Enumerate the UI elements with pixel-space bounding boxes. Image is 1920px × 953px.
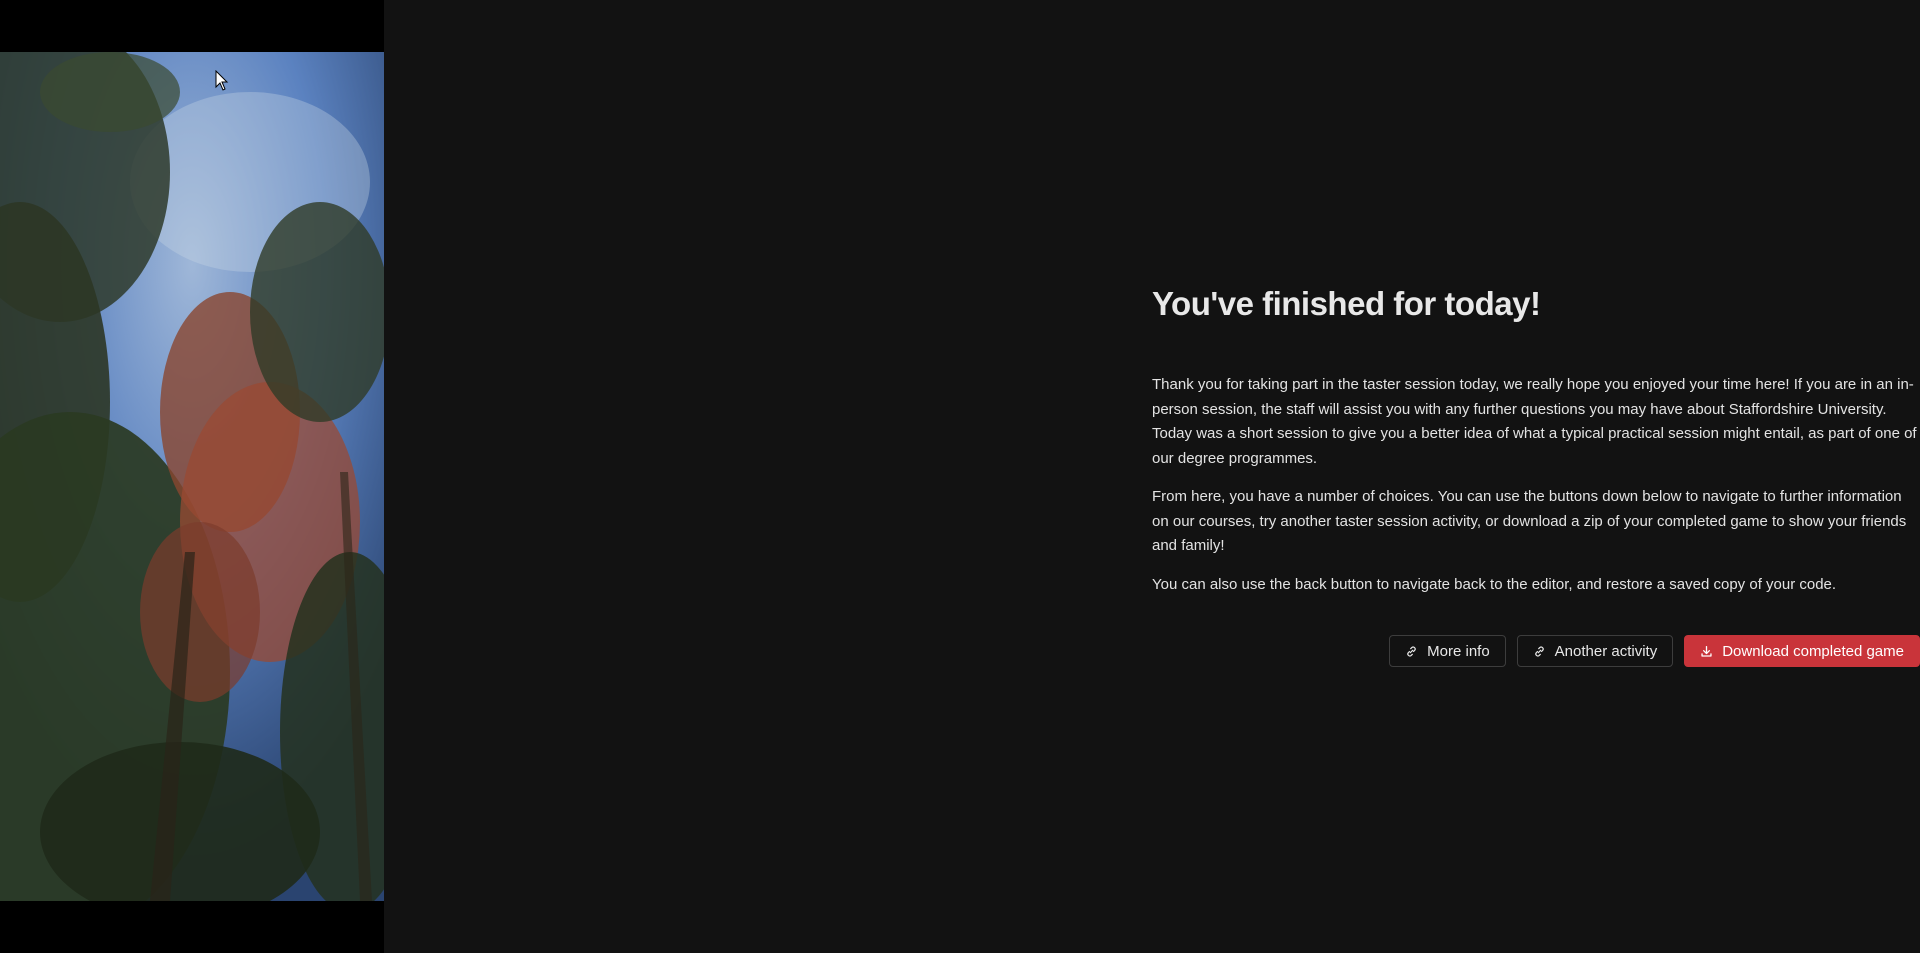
more-info-label: More info [1427,642,1490,660]
action-buttons: More info Another activity Download comp… [1152,635,1920,667]
download-icon [1701,645,1712,657]
mouse-cursor-icon [215,70,229,91]
main-panel: You've finished for today! Thank you for… [384,0,1920,953]
page-title: You've finished for today! [1152,285,1541,322]
more-info-button[interactable]: More info [1389,635,1506,667]
back-button-paragraph: You can also use the back button to navi… [1152,575,1837,593]
download-completed-game-button[interactable]: Download completed game [1684,635,1920,667]
forest-canopy-image [0,52,384,901]
video-panel [0,0,384,953]
background-video [0,52,384,901]
finish-content: You've finished for today! Thank you for… [1152,285,1920,667]
link-icon [1534,645,1544,657]
choices-paragraph: From here, you have a number of choices.… [1152,488,1907,554]
link-icon [1407,645,1416,657]
another-activity-button[interactable]: Another activity [1516,635,1674,667]
download-label: Download completed game [1722,642,1904,660]
another-activity-label: Another activity [1554,642,1658,660]
thank-you-paragraph: Thank you for taking part in the taster … [1152,376,1917,467]
